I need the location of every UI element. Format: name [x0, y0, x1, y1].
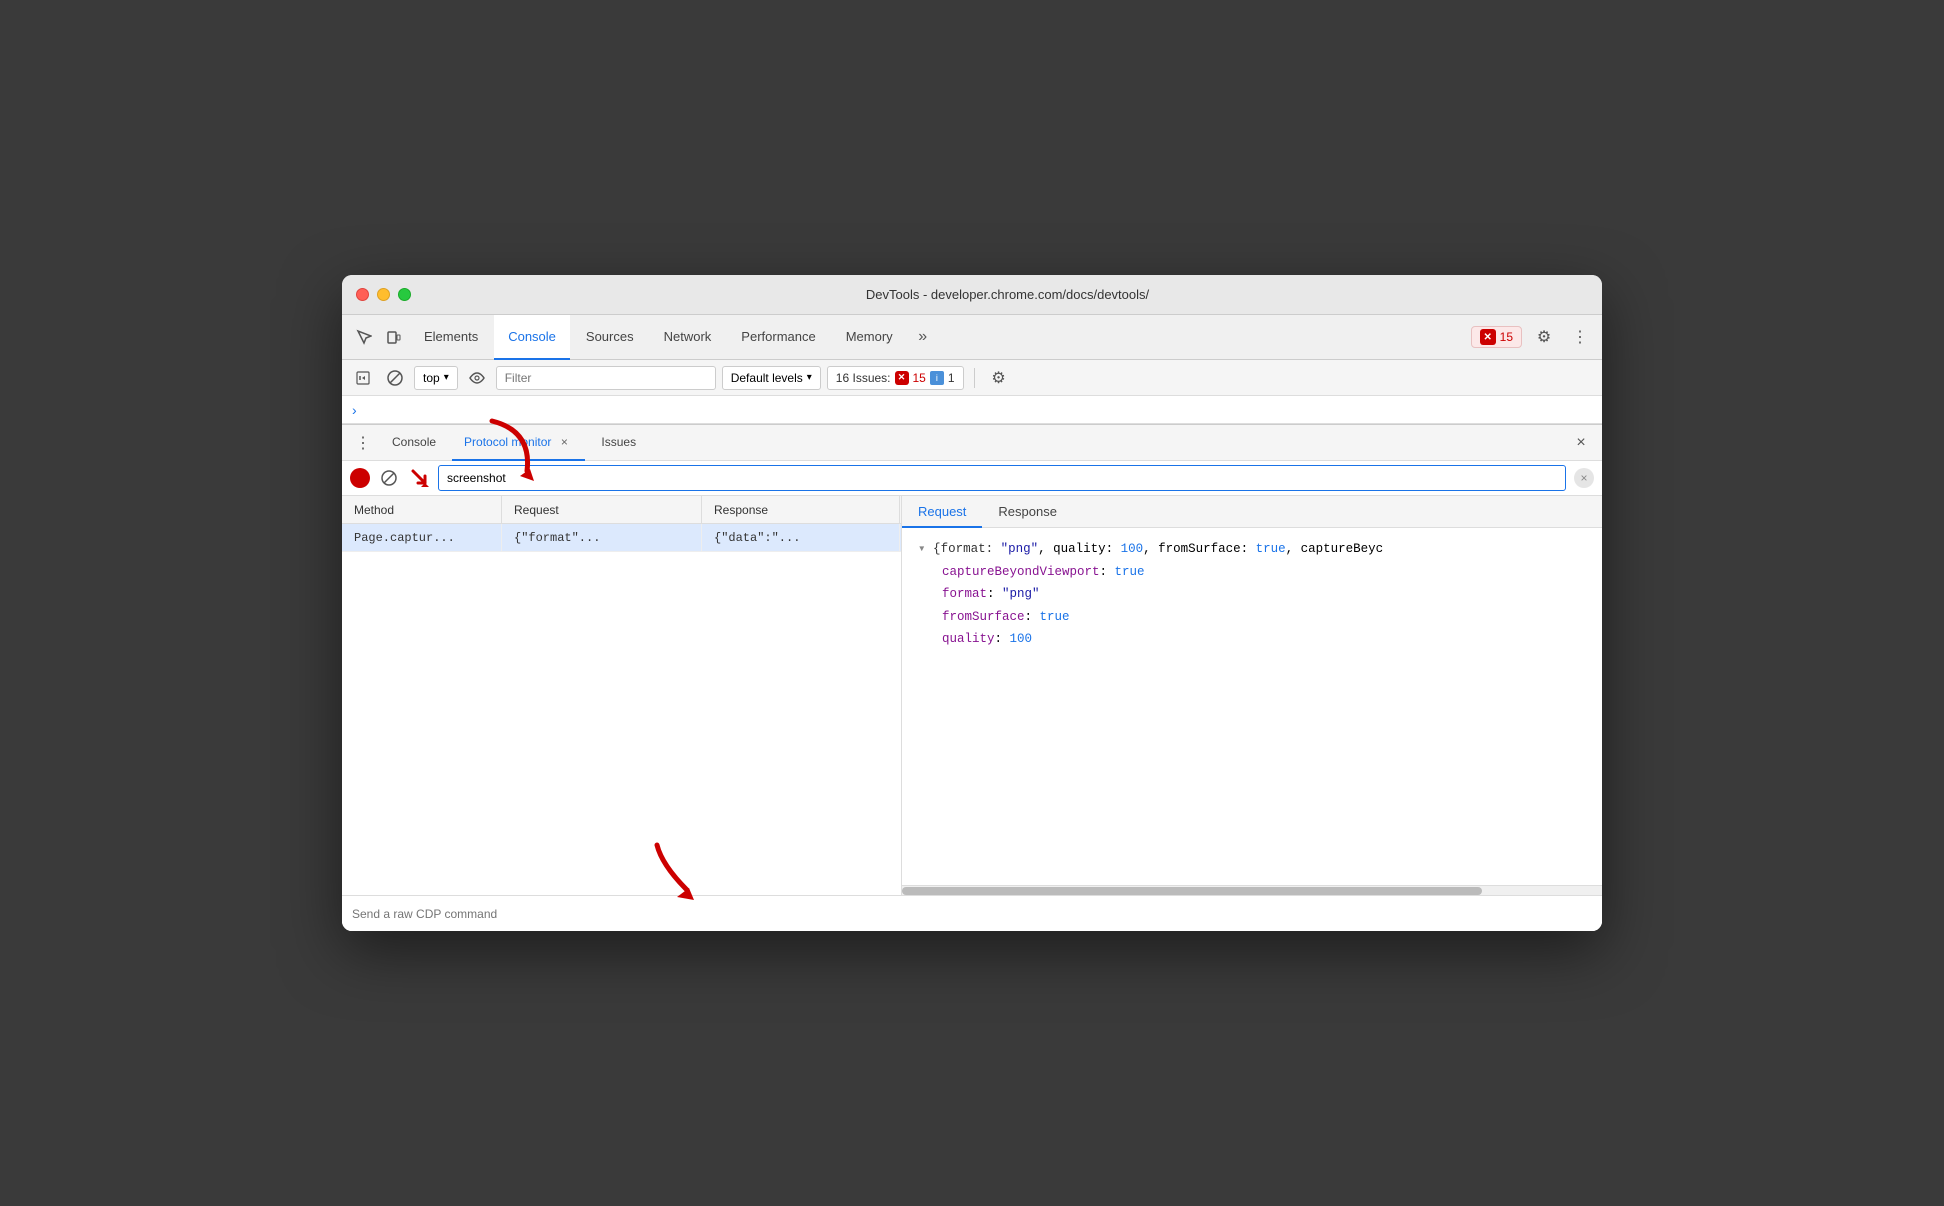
eye-icon-button[interactable] — [464, 365, 490, 391]
drawer-tab-console[interactable]: Console — [380, 425, 448, 461]
table-right-panel: Request Response ▾ {format: "png", quali… — [902, 496, 1602, 895]
response-cell: {"data":"... — [702, 524, 900, 551]
search-bar-container: × — [342, 461, 1602, 496]
device-toolbar-icon[interactable] — [380, 323, 408, 351]
issues-info-icon: i — [930, 371, 944, 385]
main-tab-bar: Elements Console Sources Network Perform… — [342, 315, 1602, 360]
response-header: Response — [702, 496, 900, 523]
breadcrumb-chevron[interactable]: › — [352, 402, 357, 418]
table-header: Method Request Response — [342, 496, 901, 524]
cdp-command-input[interactable] — [352, 907, 1592, 921]
maximize-button[interactable] — [398, 288, 411, 301]
issues-badge[interactable]: 16 Issues: ✕ 15 i 1 — [827, 366, 964, 390]
error-badge[interactable]: ✕ 15 — [1471, 326, 1522, 348]
issues-error-icon: ✕ — [895, 371, 909, 385]
json-field-4: quality: 100 — [918, 628, 1586, 651]
execute-script-button[interactable] — [350, 365, 376, 391]
detail-tab-request[interactable]: Request — [902, 496, 982, 528]
bottom-input-container — [342, 895, 1602, 931]
settings-button[interactable]: ⚙ — [1530, 323, 1558, 351]
tab-performance[interactable]: Performance — [727, 315, 829, 360]
close-button[interactable] — [356, 288, 369, 301]
drawer: ⋮ Console Protocol monitor × Issues × — [342, 424, 1602, 931]
detail-content: ▾ {format: "png", quality: 100, fromSurf… — [902, 528, 1602, 885]
log-levels-selector[interactable]: Default levels ▾ — [722, 366, 821, 390]
title-bar: DevTools - developer.chrome.com/docs/dev… — [342, 275, 1602, 315]
clear-console-button[interactable] — [382, 365, 408, 391]
tab-console[interactable]: Console — [494, 315, 570, 360]
inspect-element-icon[interactable] — [350, 323, 378, 351]
tab-elements[interactable]: Elements — [410, 315, 492, 360]
detail-tabs: Request Response — [902, 496, 1602, 528]
console-settings-button[interactable]: ⚙ — [985, 364, 1013, 392]
minimize-button[interactable] — [377, 288, 390, 301]
drawer-tab-issues[interactable]: Issues — [589, 425, 648, 461]
tab-bar-right: ✕ 15 ⚙ ⋮ — [1471, 323, 1594, 351]
error-x-icon: ✕ — [1480, 329, 1496, 345]
devtools-body: Elements Console Sources Network Perform… — [342, 315, 1602, 931]
json-top-line: ▾ {format: "png", quality: 100, fromSurf… — [918, 538, 1586, 561]
request-header: Request — [502, 496, 702, 523]
download-button[interactable] — [408, 467, 430, 489]
clear-button[interactable] — [378, 467, 400, 489]
json-field-1: captureBeyondViewport: true — [918, 561, 1586, 584]
filter-input[interactable] — [496, 366, 716, 390]
devtools-window: DevTools - developer.chrome.com/docs/dev… — [342, 275, 1602, 931]
method-cell: Page.captur... — [342, 524, 502, 551]
search-clear-icon[interactable]: × — [1574, 468, 1594, 488]
protocol-monitor-content: × Meth — [342, 461, 1602, 931]
breadcrumb-bar: › — [342, 396, 1602, 424]
search-bar: × — [342, 461, 1602, 496]
tab-sources[interactable]: Sources — [572, 315, 648, 360]
drawer-more-icon[interactable]: ⋮ — [350, 430, 376, 456]
more-tabs-icon[interactable]: » — [909, 323, 937, 351]
data-table: Method Request Response Page.captur. — [342, 496, 1602, 895]
record-button[interactable] — [350, 468, 370, 488]
more-options-button[interactable]: ⋮ — [1566, 323, 1594, 351]
drawer-tab-bar: ⋮ Console Protocol monitor × Issues × — [342, 425, 1602, 461]
drawer-tab-protocol-monitor[interactable]: Protocol monitor × — [452, 425, 585, 461]
bottom-input-bar — [342, 895, 1602, 931]
json-field-2: format: "png" — [918, 583, 1586, 606]
toolbar-divider — [974, 368, 975, 388]
drawer-close-button[interactable]: × — [1568, 430, 1594, 456]
json-field-3: fromSurface: true — [918, 606, 1586, 629]
search-input[interactable] — [438, 465, 1566, 491]
protocol-monitor-close-icon[interactable]: × — [555, 433, 573, 451]
tab-network[interactable]: Network — [650, 315, 726, 360]
detail-scrollbar[interactable] — [902, 885, 1602, 895]
context-selector[interactable]: top ▾ — [414, 366, 458, 390]
console-toolbar: top ▾ Default levels ▾ 16 Issues: ✕ 15 i… — [342, 360, 1602, 396]
traffic-lights — [356, 288, 411, 301]
table-left-panel: Method Request Response Page.captur. — [342, 496, 902, 895]
window-title: DevTools - developer.chrome.com/docs/dev… — [427, 287, 1588, 302]
tab-memory[interactable]: Memory — [832, 315, 907, 360]
method-header: Method — [342, 496, 502, 523]
table-row[interactable]: Page.captur... {"format"... {"data":"... — [342, 524, 901, 552]
request-cell: {"format"... — [502, 524, 702, 551]
detail-tab-response[interactable]: Response — [982, 496, 1073, 528]
detail-scrollbar-thumb — [902, 887, 1482, 895]
